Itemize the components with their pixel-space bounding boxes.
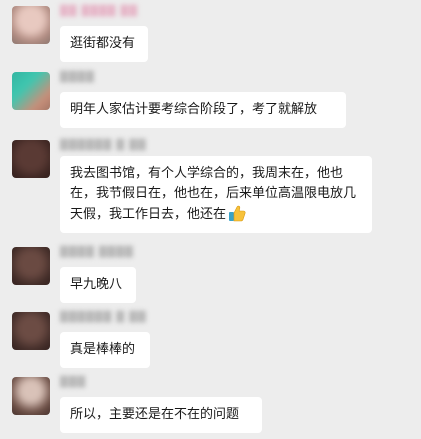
message-text: 早九晚八 (70, 277, 123, 292)
thumbs-up-icon (229, 205, 246, 222)
chat-message-list[interactable]: ██ ████ ██ 逛街都没有 ████ 明年人家估计要考综合阶段了，考了就解… (0, 0, 421, 439)
avatar[interactable] (12, 140, 50, 178)
avatar-blurred-icon (12, 312, 50, 350)
avatar-blurred-icon (12, 72, 50, 110)
avatar[interactable] (12, 377, 50, 415)
sender-name: ██████ █ ██ (60, 312, 147, 323)
avatar[interactable] (12, 72, 50, 110)
sender-name: ██████ █ ██ (60, 140, 147, 151)
sender-name: ██ ████ ██ (60, 6, 138, 17)
message-bubble[interactable]: 明年人家估计要考综合阶段了，考了就解放 (60, 92, 346, 128)
sender-name: ████ (60, 72, 95, 83)
avatar-blurred-icon (12, 140, 50, 178)
message-text: 我去图书馆，有个人学综合的，我周末在，他也在，我节假日在，他也在，后来单位高温限… (70, 166, 357, 222)
message-bubble[interactable]: 我去图书馆，有个人学综合的，我周末在，他也在，我节假日在，他也在，后来单位高温限… (60, 156, 372, 233)
avatar-blurred-icon (12, 377, 50, 415)
sender-name: ████ ████ (60, 247, 134, 258)
message-text: 明年人家估计要考综合阶段了，考了就解放 (70, 102, 318, 117)
avatar-blurred-icon (12, 6, 50, 44)
message-text: 所以，主要还是在不在的问题 (70, 407, 240, 422)
sender-name: ███ (60, 377, 87, 388)
avatar[interactable] (12, 312, 50, 350)
avatar[interactable] (12, 247, 50, 285)
avatar-blurred-icon (12, 247, 50, 285)
avatar[interactable] (12, 6, 50, 44)
message-bubble[interactable]: 早九晚八 (60, 267, 136, 303)
message-text: 真是棒棒的 (70, 342, 136, 357)
message-bubble[interactable]: 逛街都没有 (60, 26, 148, 62)
message-bubble[interactable]: 所以，主要还是在不在的问题 (60, 397, 262, 433)
message-text: 逛街都没有 (70, 36, 136, 51)
message-bubble[interactable]: 真是棒棒的 (60, 332, 150, 368)
